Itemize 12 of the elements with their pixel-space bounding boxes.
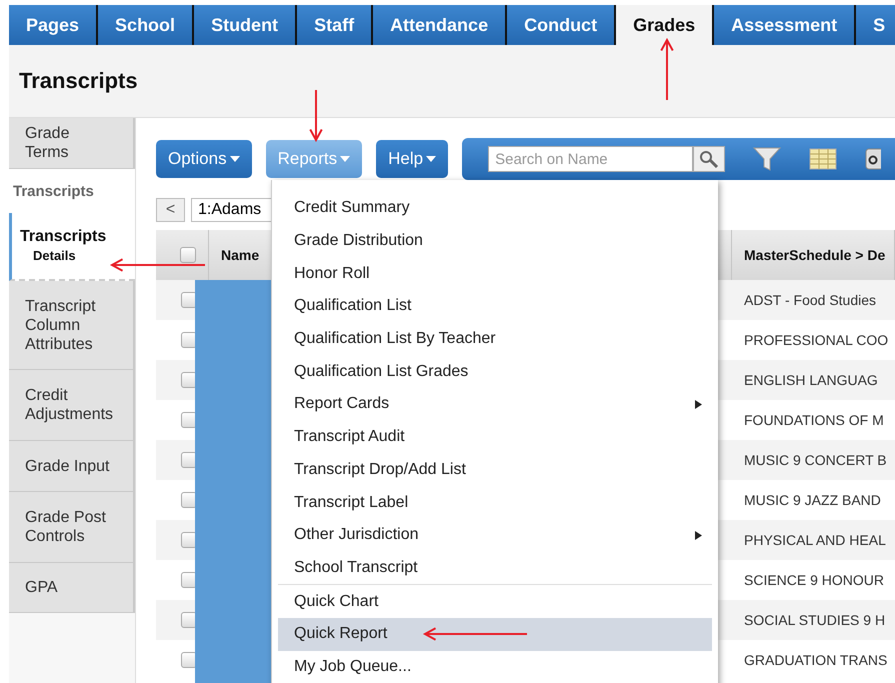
sidebar-heading: Transcripts <box>9 169 135 213</box>
table-cell-text: ADST - Food Studies <box>743 291 878 310</box>
table-cell-text: PROFESSIONAL COO <box>743 331 890 350</box>
table-cell-text: SOCIAL STUDIES 9 H <box>743 611 886 630</box>
table-cell-text: MUSIC 9 CONCERT B <box>743 451 888 470</box>
table-cell-text: FOUNDATIONS OF M <box>743 411 885 430</box>
table-cell-text: PHYSICAL AND HEAL <box>743 531 887 550</box>
table-cell-text: GRADUATION TRANS <box>743 651 888 670</box>
table-cell-text: SCIENCE 9 HONOUR <box>743 571 886 590</box>
table-cell-text: MUSIC 9 JAZZ BAND <box>743 491 882 510</box>
table-cell-text: ENGLISH LANGUAG <box>743 371 879 390</box>
page-title: Transcripts <box>19 68 138 94</box>
